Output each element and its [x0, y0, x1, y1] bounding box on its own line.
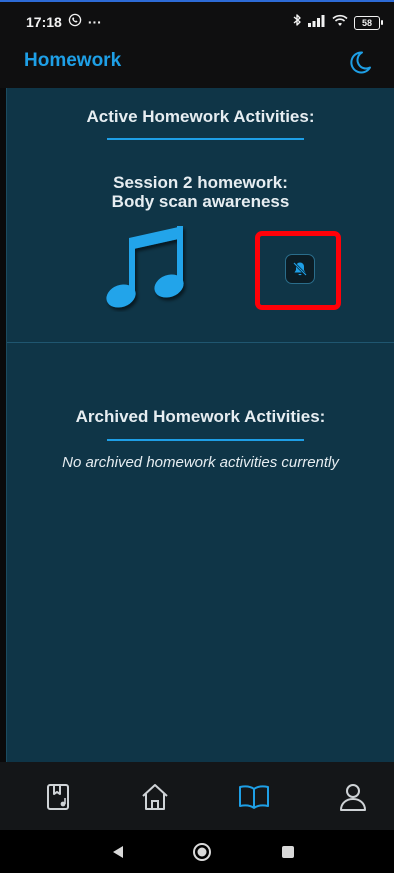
- status-right: 58: [292, 13, 383, 32]
- home-icon[interactable]: [138, 780, 172, 814]
- recents-icon[interactable]: [278, 842, 298, 862]
- active-underline: [107, 138, 304, 140]
- status-left: 17:18 ···: [26, 13, 102, 30]
- archived-heading: Archived Homework Activities:: [75, 407, 326, 426]
- app-header: Homework: [0, 42, 394, 88]
- whatsapp-icon: [68, 13, 82, 30]
- wifi-icon: [332, 14, 348, 32]
- page-title: Homework: [24, 50, 122, 71]
- battery-level: 58: [361, 17, 372, 28]
- bell-off-icon[interactable]: [285, 254, 315, 284]
- bottom-nav: [0, 762, 394, 830]
- status-bar: 17:18 ··· 58: [0, 0, 394, 42]
- status-more: ···: [87, 13, 102, 30]
- signal-icon: [308, 14, 326, 32]
- homework-content: Active Homework Activities: Session 2 ho…: [6, 88, 394, 762]
- music-note-icon[interactable]: [97, 224, 193, 312]
- battery-icon: 58: [354, 15, 383, 30]
- status-time: 17:18: [26, 13, 62, 30]
- archived-empty-message: No archived homework activities currentl…: [62, 454, 339, 471]
- section-divider: [7, 342, 394, 343]
- book-bookmark-icon[interactable]: [41, 780, 75, 814]
- back-icon[interactable]: [108, 842, 128, 862]
- session-title-line1: Session 2 homework:: [113, 173, 288, 192]
- bluetooth-icon: [292, 13, 302, 32]
- moon-icon[interactable]: [346, 48, 374, 76]
- profile-icon[interactable]: [336, 780, 370, 814]
- home-circle-icon[interactable]: [192, 842, 212, 862]
- system-nav-bar: [0, 830, 394, 873]
- archived-underline: [107, 439, 304, 441]
- session-title-line2: Body scan awareness: [111, 192, 290, 211]
- active-heading: Active Homework Activities:: [86, 107, 315, 126]
- open-book-icon[interactable]: [237, 780, 271, 814]
